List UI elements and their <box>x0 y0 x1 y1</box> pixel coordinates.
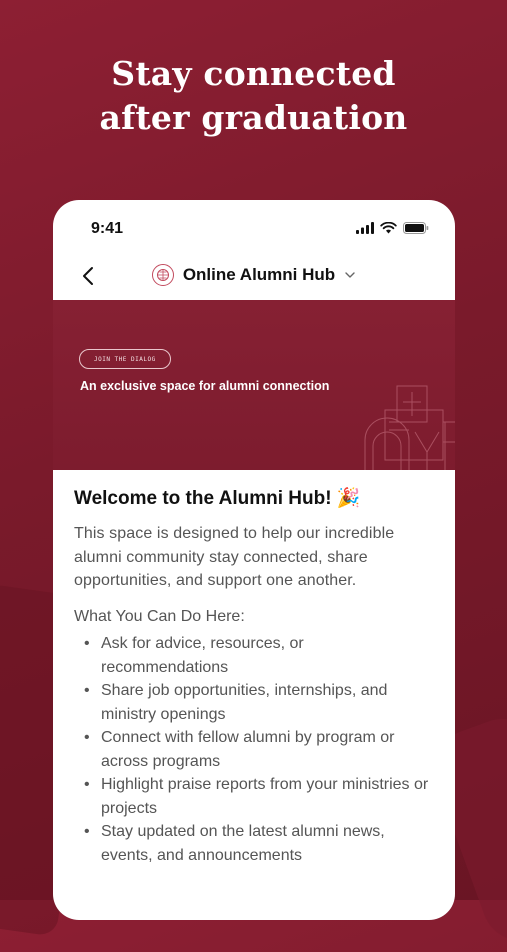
status-time: 9:41 <box>91 220 124 237</box>
wifi-icon <box>380 222 397 234</box>
headline-line-2: after graduation <box>99 98 408 137</box>
space-banner: JOIN THE DIALOG An exclusive space for a… <box>53 300 455 470</box>
crest-outline-icon <box>364 385 455 470</box>
hub-logo-icon <box>151 264 174 286</box>
status-icons <box>356 222 429 234</box>
signal-icon <box>356 222 374 234</box>
list-item: Share job opportunities, internships, an… <box>74 679 433 726</box>
post-intro: This space is designed to help our incre… <box>74 525 395 589</box>
chevron-down-icon <box>345 272 355 278</box>
headline-line-1: Stay connected <box>111 54 396 93</box>
list-item: Ask for advice, resources, or recommenda… <box>74 632 433 679</box>
banner-pill: JOIN THE DIALOG <box>79 349 171 369</box>
section-title: What You Can Do Here: <box>74 607 245 625</box>
post-title: Welcome to the Alumni Hub! 🎉 <box>74 488 361 509</box>
list-item: Stay updated on the latest alumni news, … <box>74 820 433 867</box>
battery-icon <box>403 222 429 234</box>
hub-switcher[interactable]: Online Alumni Hub <box>53 264 455 286</box>
banner-subtitle: An exclusive space for alumni connection <box>80 379 330 393</box>
list-item: Highlight praise reports from your minis… <box>74 773 433 820</box>
nav-bar: Online Alumni Hub <box>53 258 455 300</box>
post-content: Welcome to the Alumni Hub! 🎉 This space … <box>53 470 455 867</box>
promo-headline: Stay connected after graduation <box>0 52 507 140</box>
feature-list: Ask for advice, resources, or recommenda… <box>74 632 433 867</box>
phone-screen: 9:41 Online Alumni Hub JOIN THE DIALOG A… <box>53 200 455 920</box>
list-item: Connect with fellow alumni by program or… <box>74 726 433 773</box>
hub-title: Online Alumni Hub <box>182 265 336 284</box>
status-bar: 9:41 <box>53 200 455 258</box>
